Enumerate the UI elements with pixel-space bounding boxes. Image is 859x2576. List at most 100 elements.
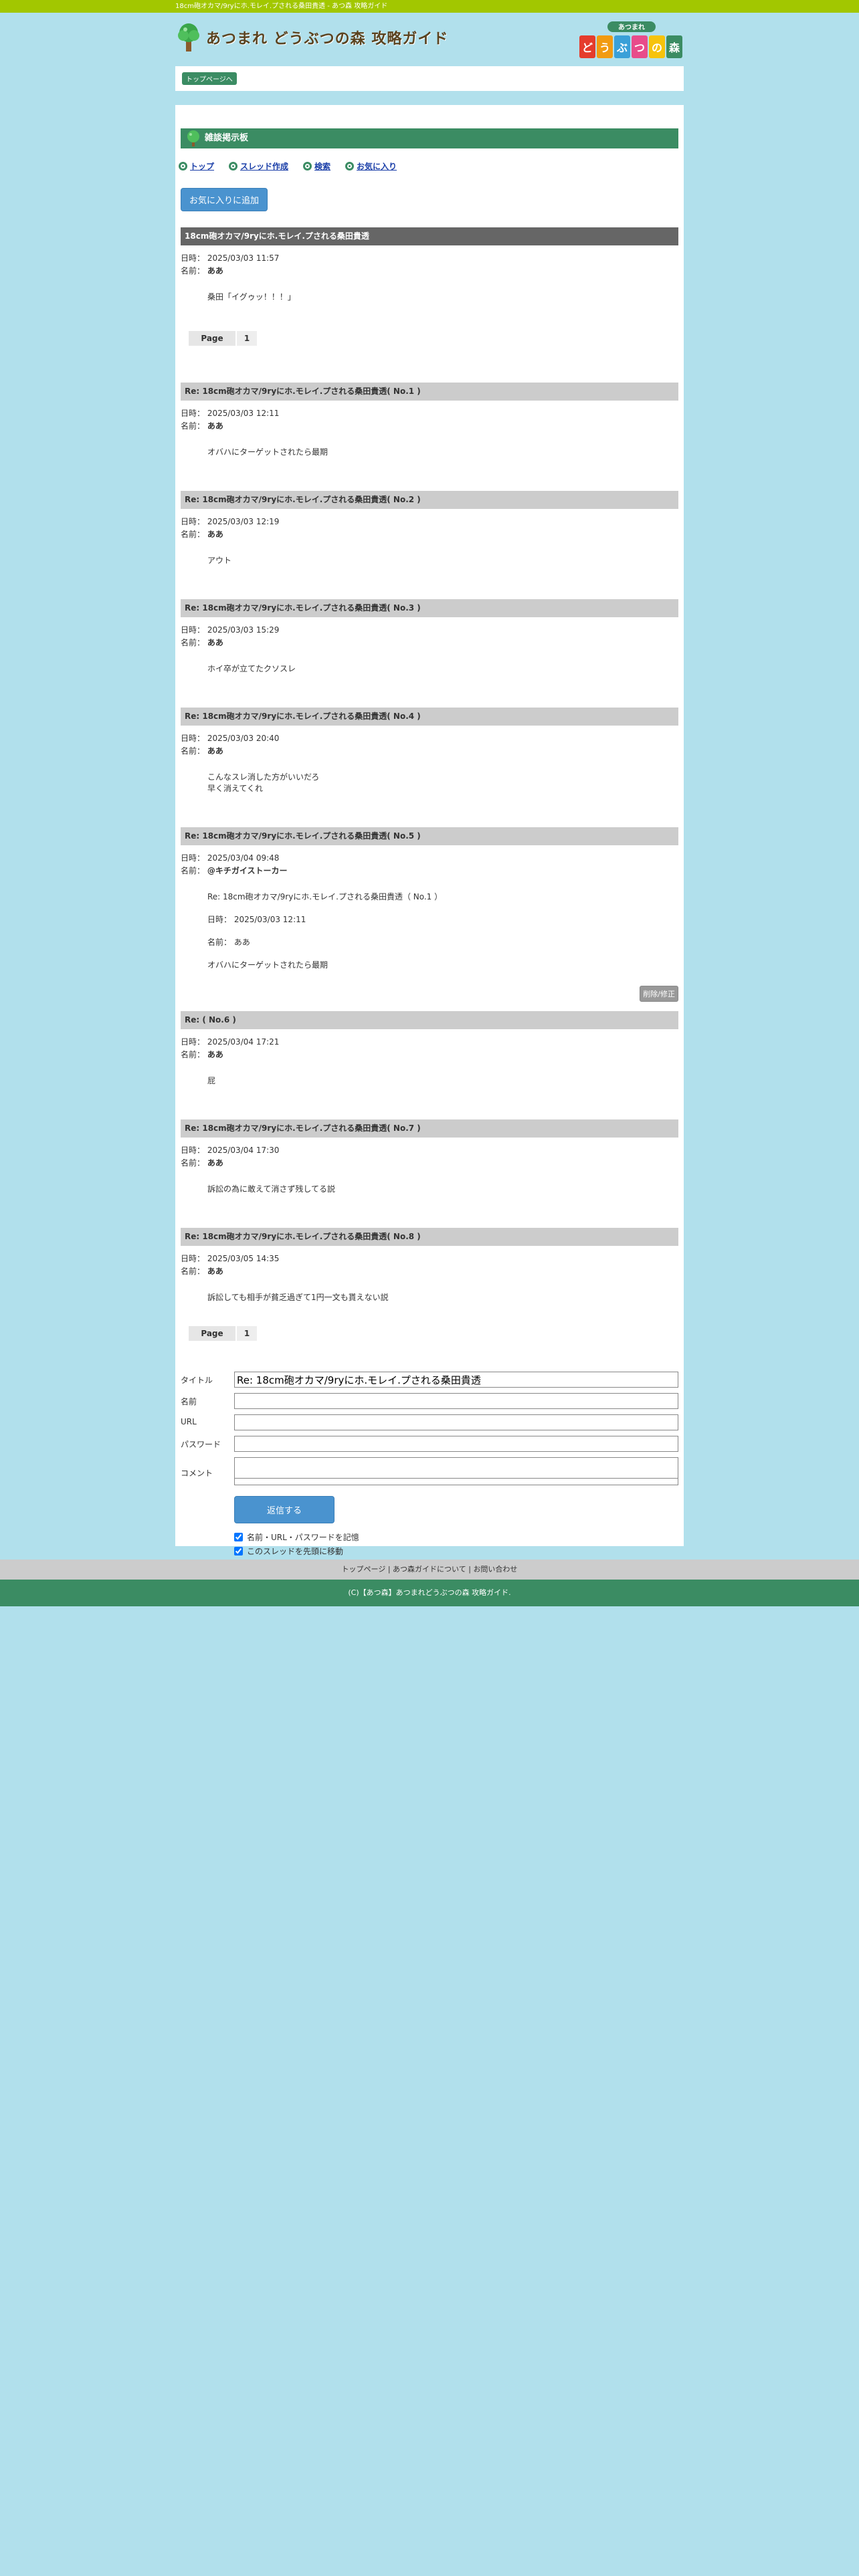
move-top-option: このスレッドを先頭に移動 — [234, 1545, 678, 1557]
post-author: ああ — [207, 421, 223, 431]
post-title: Re: 18cm砲オカマ/9ryにホ.モレイ.プされる桑田貴透( No.5 ) — [181, 827, 678, 845]
reply-post: Re: 18cm砲オカマ/9ryにホ.モレイ.プされる桑田貴透( No.5 ) … — [181, 827, 678, 1002]
post-meta: 日時： 2025/03/03 11:57 名前： ああ — [181, 252, 678, 278]
post-title: Re: ( No.6 ) — [181, 1011, 678, 1029]
password-label: パスワード — [181, 1440, 221, 1449]
post-body-line: 訴訟の為に敢えて消さず残してる説 — [207, 1184, 336, 1194]
post-date: 2025/03/05 14:35 — [207, 1254, 280, 1263]
name-input[interactable] — [234, 1393, 678, 1409]
comment-textarea-scrollbar[interactable] — [234, 1479, 678, 1485]
post-date: 2025/03/04 17:30 — [207, 1146, 280, 1155]
date-label: 日時： — [181, 1146, 205, 1155]
post-meta: 日時： 2025/03/05 14:35 名前： ああ — [181, 1253, 678, 1278]
form-row-url: URL — [181, 1414, 678, 1430]
top-banner-text: 18cm砲オカマ/9ryにホ.モレイ.プされる桑田貴透 - あつ森 攻略ガイド — [175, 3, 388, 10]
move-top-checkbox[interactable] — [234, 1547, 243, 1555]
post-body-line: 早く消えてくれ — [207, 784, 264, 793]
post-meta: 日時： 2025/03/03 12:11 名前： ああ — [181, 407, 678, 433]
name-label: 名前： — [181, 638, 205, 647]
date-label: 日時： — [181, 1037, 205, 1047]
date-label: 日時： — [181, 1254, 205, 1263]
footer-link-top[interactable]: トップページ — [342, 1565, 386, 1574]
comment-label: コメント — [181, 1468, 213, 1478]
badge-char-4: つ — [634, 41, 645, 54]
move-top-label: このスレッドを先頭に移動 — [247, 1547, 344, 1556]
password-input[interactable] — [234, 1436, 678, 1452]
pager-page-1[interactable]: 1 — [237, 1326, 257, 1341]
post-meta: 日時： 2025/03/04 17:30 名前： ああ — [181, 1144, 678, 1170]
name-label: 名前： — [181, 866, 205, 875]
submit-reply-button[interactable]: 返信する — [234, 1496, 335, 1523]
post-date: 2025/03/03 15:29 — [207, 625, 280, 635]
name-label: 名前： — [181, 421, 205, 431]
remember-checkbox[interactable] — [234, 1533, 243, 1541]
edit-delete-button[interactable]: 削除/修正 — [640, 986, 678, 1002]
name-label: 名前： — [181, 746, 205, 756]
name-label: 名前： — [181, 1050, 205, 1059]
name-label: 名前： — [181, 266, 205, 276]
badge-top-text: あつまれ — [618, 23, 645, 31]
form-row-title: タイトル — [181, 1372, 678, 1388]
form-row-comment: コメント — [181, 1457, 678, 1485]
post-body-line: 訴訟しても相手が貧乏過ぎて1円一文も貰えない説 — [207, 1293, 389, 1302]
nav-link-label: スレッド作成 — [240, 162, 289, 171]
title-label: タイトル — [181, 1376, 213, 1385]
reply-post: Re: ( No.6 ) 日時： 2025/03/04 17:21 名前： ああ… — [181, 1011, 678, 1087]
bullet-circle-icon — [303, 162, 312, 171]
breadcrumb: トップページへ — [175, 66, 684, 91]
post-body-line: 桑田「イグゥッ！！！」 — [207, 292, 296, 302]
main-content: 雑談掲示板 トップ スレッド作成 検索 お気に入り お気に入りに追加 18cm砲… — [175, 105, 684, 1556]
footer-link-about[interactable]: あつ森ガイドについて — [393, 1565, 466, 1574]
board-nav: トップ スレッド作成 検索 お気に入り — [179, 160, 670, 172]
add-favorite-button[interactable]: お気に入りに追加 — [181, 188, 268, 211]
footer-link-contact[interactable]: お問い合わせ — [473, 1565, 517, 1574]
reply-post: Re: 18cm砲オカマ/9ryにホ.モレイ.プされる桑田貴透( No.8 ) … — [181, 1228, 678, 1303]
title-input[interactable] — [234, 1372, 678, 1388]
top-banner: 18cm砲オカマ/9ryにホ.モレイ.プされる桑田貴透 - あつ森 攻略ガイド — [0, 0, 859, 13]
post-author: ああ — [207, 266, 223, 276]
post-date: 2025/03/03 11:57 — [207, 253, 280, 263]
post-title: Re: 18cm砲オカマ/9ryにホ.モレイ.プされる桑田貴透( No.7 ) — [181, 1119, 678, 1138]
nav-link-top[interactable]: トップ — [179, 160, 214, 172]
comment-textarea[interactable] — [234, 1457, 678, 1479]
breadcrumb-top-link[interactable]: トップページへ — [182, 72, 237, 85]
post-body-line: ホイ卒が立てたクソスレ — [207, 664, 296, 673]
post-author: ああ — [207, 1158, 223, 1168]
post-author: ああ — [207, 530, 223, 539]
nav-link-create-thread[interactable]: スレッド作成 — [229, 160, 288, 172]
pager-page-1[interactable]: 1 — [237, 331, 257, 346]
bullet-circle-icon — [345, 162, 355, 171]
form-row-name: 名前 — [181, 1393, 678, 1409]
post-body-line — [207, 948, 678, 960]
post-body-line: Re: 18cm砲オカマ/9ryにホ.モレイ.プされる桑田貴透（ No.1 ） — [207, 892, 443, 901]
post-title: 18cm砲オカマ/9ryにホ.モレイ.プされる桑田貴透 — [181, 227, 678, 245]
bullet-circle-icon — [179, 162, 187, 171]
form-row-password: パスワード — [181, 1436, 678, 1452]
date-label: 日時： — [181, 853, 205, 863]
reply-post: Re: 18cm砲オカマ/9ryにホ.モレイ.プされる桑田貴透( No.3 ) … — [181, 599, 678, 675]
post-body-line: オバハにターゲットされたら最期 — [207, 447, 328, 457]
nav-link-search[interactable]: 検索 — [303, 160, 330, 172]
footer-links: トップページ | あつ森ガイドについて | お問い合わせ — [0, 1560, 859, 1580]
post-body-line — [207, 926, 678, 937]
post-date: 2025/03/04 17:21 — [207, 1037, 280, 1047]
post-title: Re: 18cm砲オカマ/9ryにホ.モレイ.プされる桑田貴透( No.2 ) — [181, 491, 678, 509]
url-input[interactable] — [234, 1414, 678, 1430]
date-label: 日時： — [181, 517, 205, 526]
post-body: ホイ卒が立てたクソスレ — [181, 663, 678, 675]
post-title: Re: 18cm砲オカマ/9ryにホ.モレイ.プされる桑田貴透( No.4 ) — [181, 708, 678, 726]
post-body: オバハにターゲットされたら最期 — [181, 447, 678, 458]
post-meta: 日時： 2025/03/03 12:19 名前： ああ — [181, 516, 678, 541]
pager-bottom: Page 1 — [189, 1326, 266, 1341]
post-body: Re: 18cm砲オカマ/9ryにホ.モレイ.プされる桑田貴透（ No.1 ） … — [181, 891, 678, 971]
post-date: 2025/03/03 20:40 — [207, 734, 280, 743]
reply-post: Re: 18cm砲オカマ/9ryにホ.モレイ.プされる桑田貴透( No.4 ) … — [181, 708, 678, 794]
game-logo-badge: あつまれ ど う ぶ つ の 森 — [579, 21, 682, 58]
reply-post: Re: 18cm砲オカマ/9ryにホ.モレイ.プされる桑田貴透( No.1 ) … — [181, 383, 678, 458]
footer-copyright: (C)【あつ森】あつまれどうぶつの森 攻略ガイド. — [0, 1580, 859, 1606]
pager-label: Page — [189, 331, 235, 346]
site-logo[interactable]: あつまれ どうぶつの森 攻略ガイド — [175, 22, 448, 53]
post-body: 桑田「イグゥッ！！！」 — [181, 292, 678, 303]
post-author: @キチガイストーカー — [207, 866, 288, 875]
nav-link-favorites[interactable]: お気に入り — [345, 160, 397, 172]
